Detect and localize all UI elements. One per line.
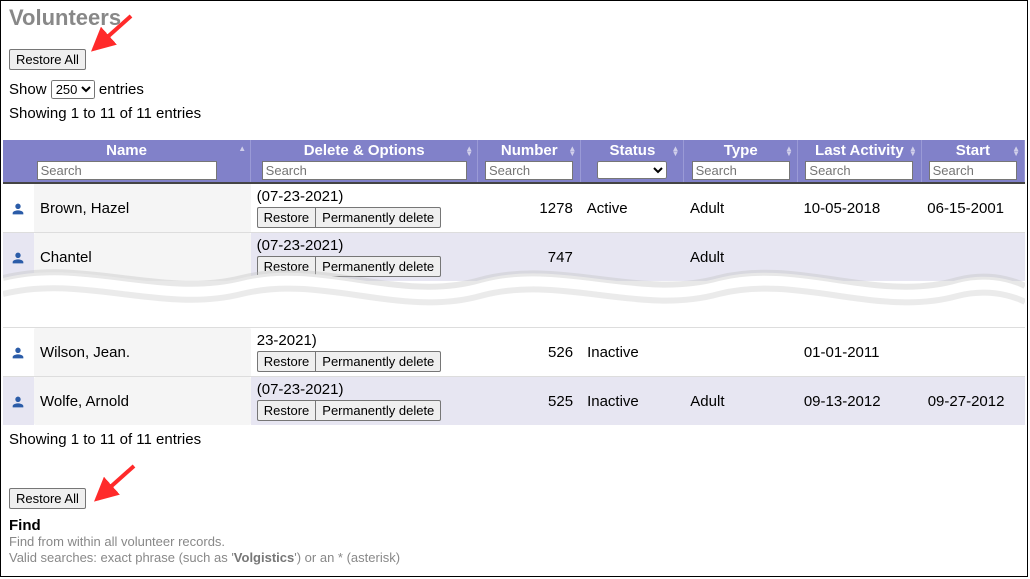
- table-row[interactable]: Wilson, Jean. 23-2021) RestorePermanentl…: [3, 328, 1025, 377]
- cell-status: [581, 233, 684, 282]
- show-label-pre: Show: [9, 81, 47, 98]
- sort-icon: ▲▼: [465, 146, 473, 156]
- cell-number: 525: [478, 377, 581, 426]
- col-label-start: Start: [926, 142, 1020, 159]
- restore-button[interactable]: Restore: [257, 400, 316, 421]
- permanently-delete-button[interactable]: Permanently delete: [315, 351, 441, 372]
- col-header-icon[interactable]: Name ▲: [3, 140, 251, 183]
- cell-start: [922, 328, 1025, 377]
- delete-date: (07-23-2021): [257, 381, 472, 398]
- find-title: Find: [9, 517, 1027, 534]
- sort-icon: ▲: [238, 146, 246, 151]
- col-label-name: Name: [7, 142, 246, 159]
- find-sub2: Valid searches: exact phrase (such as 'V…: [9, 550, 1027, 566]
- cell-type: Adult: [684, 233, 798, 282]
- cell-name: Brown, Hazel: [34, 183, 251, 233]
- col-label-last: Last Activity: [802, 142, 917, 159]
- restore-all-button-bottom[interactable]: Restore All: [9, 488, 86, 509]
- cell-start: 06-15-2001: [921, 183, 1024, 233]
- col-header-stat[interactable]: Status ▲▼: [581, 140, 684, 183]
- delete-date: (07-23-2021): [257, 237, 472, 254]
- delete-date: 23-2021): [257, 332, 472, 349]
- cell-delete-options: (07-23-2021) RestorePermanently delete: [251, 377, 478, 426]
- col-label-num: Number: [482, 142, 576, 159]
- cell-type: Adult: [684, 377, 798, 426]
- cell-name: Wilson, Jean.: [34, 328, 251, 377]
- delete-date: (07-23-2021): [257, 188, 472, 205]
- cell-delete-options: (07-23-2021) RestorePermanently delete: [251, 183, 478, 233]
- table-row[interactable]: Brown, Hazel (07-23-2021) RestorePermane…: [3, 183, 1025, 233]
- col-search-del[interactable]: [262, 161, 467, 180]
- sort-icon: ▲▼: [672, 146, 680, 156]
- table-row[interactable]: Wolfe, Arnold (07-23-2021) RestorePerman…: [3, 377, 1025, 426]
- person-icon: [10, 248, 26, 265]
- find-sub1: Find from within all volunteer records.: [9, 534, 1027, 550]
- permanently-delete-button[interactable]: Permanently delete: [315, 207, 441, 228]
- cell-name: Chantel: [34, 233, 251, 282]
- restore-button[interactable]: Restore: [257, 256, 316, 277]
- sort-icon: ▲▼: [1012, 146, 1020, 156]
- info-text-bottom: Showing 1 to 11 of 11 entries: [9, 431, 1027, 448]
- cell-last-activity: 10-05-2018: [797, 183, 921, 233]
- person-icon: [10, 199, 26, 216]
- cell-start: [921, 233, 1024, 282]
- col-search-type[interactable]: [692, 161, 790, 180]
- cell-status: Active: [581, 183, 684, 233]
- col-label-type: Type: [688, 142, 793, 159]
- volunteers-table-cont: Wilson, Jean. 23-2021) RestorePermanentl…: [3, 327, 1025, 425]
- cell-delete-options: (07-23-2021) RestorePermanently delete: [251, 233, 478, 282]
- restore-button[interactable]: Restore: [257, 207, 316, 228]
- permanently-delete-button[interactable]: Permanently delete: [315, 400, 441, 421]
- permanently-delete-button[interactable]: Permanently delete: [315, 256, 441, 277]
- col-search-start[interactable]: [929, 161, 1018, 180]
- cell-last-activity: 09-13-2012: [798, 377, 922, 426]
- col-header-start[interactable]: Start ▲▼: [921, 140, 1024, 183]
- col-select-status[interactable]: [597, 161, 667, 179]
- col-header-del[interactable]: Delete & Options ▲▼: [251, 140, 478, 183]
- col-search-num[interactable]: [485, 161, 574, 180]
- show-label-post: entries: [99, 81, 144, 98]
- table-row[interactable]: Chantel (07-23-2021) RestorePermanently …: [3, 233, 1025, 282]
- person-icon: [10, 392, 26, 409]
- cell-start: 09-27-2012: [922, 377, 1025, 426]
- col-label-stat: Status: [585, 142, 679, 159]
- sort-icon: ▲▼: [785, 146, 793, 156]
- col-header-num[interactable]: Number ▲▼: [478, 140, 581, 183]
- cell-type: [684, 328, 798, 377]
- restore-all-button-top[interactable]: Restore All: [9, 49, 86, 70]
- cell-number: 1278: [478, 183, 581, 233]
- cell-last-activity: 01-01-2011: [798, 328, 922, 377]
- cell-delete-options: 23-2021) RestorePermanently delete: [251, 328, 478, 377]
- col-label-del: Delete & Options: [255, 142, 473, 159]
- sort-icon: ▲▼: [909, 146, 917, 156]
- person-icon: [10, 343, 26, 360]
- restore-button[interactable]: Restore: [257, 351, 316, 372]
- col-header-last[interactable]: Last Activity ▲▼: [797, 140, 921, 183]
- volunteers-table: Name ▲ Delete & Options ▲▼ Number ▲▼: [3, 140, 1025, 281]
- cell-status: Inactive: [581, 377, 684, 426]
- page-title: Volunteers: [9, 5, 1027, 31]
- cell-type: Adult: [684, 183, 798, 233]
- col-search-name[interactable]: [37, 161, 217, 180]
- entries-select[interactable]: 250: [51, 80, 95, 99]
- sort-icon: ▲▼: [568, 146, 576, 156]
- cell-name: Wolfe, Arnold: [34, 377, 251, 426]
- info-text-top: Showing 1 to 11 of 11 entries: [9, 105, 1027, 122]
- cell-number: 526: [478, 328, 581, 377]
- cell-last-activity: [797, 233, 921, 282]
- col-search-last[interactable]: [805, 161, 913, 180]
- cell-status: Inactive: [581, 328, 684, 377]
- cell-number: 747: [478, 233, 581, 282]
- col-header-type[interactable]: Type ▲▼: [684, 140, 798, 183]
